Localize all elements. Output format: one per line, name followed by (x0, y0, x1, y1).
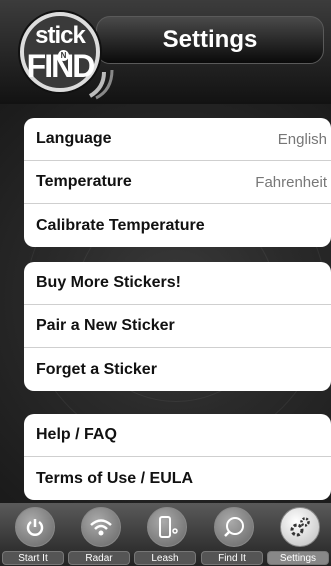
settings-group-preferences: Language English Temperature Fahrenheit … (24, 118, 331, 247)
settings-group-stickers: Buy More Stickers! Pair a New Sticker Fo… (24, 262, 331, 391)
phone-leash-icon (147, 507, 187, 547)
tab-find-it-label: Find It (201, 551, 263, 565)
tab-leash[interactable]: Leash (133, 503, 197, 566)
tab-start-it[interactable]: Start It (1, 503, 65, 566)
calibrate-temperature-label: Calibrate Temperature (36, 216, 205, 234)
buy-more-stickers-label: Buy More Stickers! (36, 274, 181, 291)
pair-new-sticker-row[interactable]: Pair a New Sticker (24, 305, 331, 348)
forget-sticker-row[interactable]: Forget a Sticker (24, 348, 331, 391)
temperature-row[interactable]: Temperature Fahrenheit (24, 161, 331, 204)
tab-leash-label: Leash (134, 551, 196, 565)
terms-of-use-row[interactable]: Terms of Use / EULA (24, 457, 331, 500)
help-faq-label: Help / FAQ (36, 426, 117, 443)
navigation-bar: Settings stick N FIND (0, 0, 331, 104)
tab-settings[interactable]: Settings (266, 503, 330, 566)
language-value: English (277, 130, 327, 148)
find-icon (214, 507, 254, 547)
wifi-icon (81, 507, 121, 547)
power-icon (15, 507, 55, 547)
language-label: Language (36, 130, 112, 147)
signal-waves-icon (88, 69, 114, 100)
pair-new-sticker-label: Pair a New Sticker (36, 317, 175, 334)
tab-start-it-label: Start It (2, 551, 64, 565)
page-title: Settings (96, 16, 324, 64)
language-row[interactable]: Language English (24, 118, 331, 161)
tab-radar-label: Radar (68, 551, 130, 565)
calibrate-temperature-row[interactable]: Calibrate Temperature (24, 204, 331, 247)
tab-radar[interactable]: Radar (67, 503, 131, 566)
terms-of-use-label: Terms of Use / EULA (36, 469, 194, 487)
gears-icon (280, 507, 320, 547)
forget-sticker-label: Forget a Sticker (36, 360, 157, 378)
temperature-value: Fahrenheit (255, 173, 327, 191)
settings-group-support: Help / FAQ Terms of Use / EULA (24, 414, 331, 500)
tab-bar: Start It Radar Leash Find It Settings (0, 503, 331, 566)
buy-more-stickers-row[interactable]: Buy More Stickers! (24, 262, 331, 305)
temperature-label: Temperature (36, 173, 132, 190)
tab-settings-label: Settings (267, 551, 329, 565)
tab-find-it[interactable]: Find It (200, 503, 264, 566)
help-faq-row[interactable]: Help / FAQ (24, 414, 331, 457)
